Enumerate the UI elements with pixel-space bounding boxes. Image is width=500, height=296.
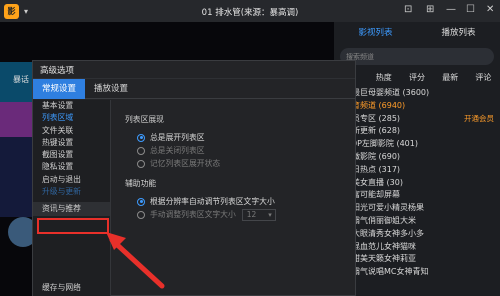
list-item-label: 育频道 (6940) <box>352 100 406 110</box>
dialog-title: 高级选项 <box>33 61 355 79</box>
list-item-label: 美女直播 (30) <box>352 177 403 187</box>
list-item[interactable]: 混血范儿女神猫咪 <box>334 241 500 254</box>
radio-option[interactable]: 手动调整列表区文字大小 12 <box>125 208 355 221</box>
playlist-panel: 影视列表 播放列表 搜索频道 A 热度 评分 最新 评论 最巨母婴频道 (360… <box>334 22 500 296</box>
list-item[interactable]: 甜美天籁女神莉亚 <box>334 253 500 266</box>
list-item[interactable]: 育频道 (6940) <box>334 100 500 113</box>
nav-item[interactable]: 基本设置 <box>33 100 110 112</box>
radio-option[interactable]: 记忆列表区展开状态 <box>125 157 355 170</box>
list-item-label: 霸气说唱MC女神青知 <box>352 267 429 277</box>
font-size-select[interactable]: 12 <box>241 208 276 221</box>
layout-icon[interactable]: ⊞ <box>426 4 434 15</box>
tab-general-settings[interactable]: 常规设置 <box>33 78 86 99</box>
nav-item[interactable]: 隐私设置 <box>33 161 110 173</box>
list-item-label: 员专区 (285) <box>352 113 401 123</box>
sort-review[interactable]: 评论 <box>467 72 500 83</box>
list-item[interactable]: 阳光可爱小精灵杨果 <box>334 202 500 215</box>
radio-icon[interactable] <box>137 159 145 168</box>
radio-icon[interactable] <box>137 210 145 219</box>
sort-hot[interactable]: 热度 <box>367 72 400 83</box>
section-title-list-display: 列表区展现 <box>125 115 164 124</box>
window-title: 01 排水管(来源：暴高调) <box>201 8 299 18</box>
nav-item[interactable]: 热键设置 <box>33 137 110 149</box>
search-input[interactable]: 搜索频道 <box>340 48 494 65</box>
radio-icon[interactable] <box>137 146 145 155</box>
list-item[interactable]: 富可能却屏幕 <box>334 189 500 202</box>
vip-link[interactable]: 开通会员 <box>464 113 494 126</box>
nav-item[interactable]: 资讯与推荐 <box>33 202 110 217</box>
title-bar: 影 ▾ 01 排水管(来源：暴高调) ⊡ ⊞ — ☐ ✕ <box>0 0 500 22</box>
list-item-label: 阳光可爱小精灵杨果 <box>352 203 424 213</box>
radio-label: 记忆列表区展开状态 <box>150 159 221 168</box>
radio-label: 根据分辨率自动调节列表区文字大小 <box>150 197 275 206</box>
radio-option[interactable]: 总是展开列表区 <box>125 131 355 144</box>
radio-option[interactable]: 总是关闭列表区 <box>125 144 355 157</box>
radio-label: 总是展开列表区 <box>150 133 205 142</box>
list-item[interactable]: 员专区 (285) 开通会员 <box>334 113 500 126</box>
maximize-icon[interactable]: ☐ <box>466 4 475 15</box>
list-item[interactable]: 新更新 (628) <box>334 125 500 138</box>
list-item-label: 日热点 (317) <box>352 164 401 174</box>
advanced-options-dialog: 高级选项 常规设置 播放设置 基本设置 列表区域 文件关联 热键设置 截图设置 隐私设置启… <box>32 60 356 296</box>
list-item[interactable]: 最巨母婴频道 (3600) <box>334 87 500 100</box>
list-item-label: 霸气俏丽御姐大米 <box>352 215 416 225</box>
radio-label: 总是关闭列表区 <box>150 146 205 155</box>
radio-icon[interactable] <box>137 133 145 142</box>
radio-icon[interactable] <box>137 197 145 206</box>
sort-new[interactable]: 最新 <box>434 72 467 83</box>
list-item-label: 最巨母婴频道 (3600) <box>352 88 430 97</box>
list-item-label: 0P左脚影院 (401) <box>352 139 418 149</box>
minimize-icon[interactable]: — <box>446 4 456 15</box>
nav-item[interactable]: 启动与退出 <box>33 174 110 186</box>
list-item[interactable]: 美女直播 (30) <box>334 177 500 190</box>
list-item[interactable]: 霸气说唱MC女神青知 <box>334 266 500 279</box>
settings-nav: 基本设置 列表区域 文件关联 热键设置 截图设置 隐私设置 启动与退出 升级与更新资讯与推荐缓… <box>33 100 111 296</box>
radio-option[interactable]: 根据分辨率自动调节列表区文字大小 <box>125 195 355 208</box>
list-item-label: 甜美天籁女神莉亚 <box>352 254 416 264</box>
radio-label: 手动调整列表区文字大小 <box>150 210 236 219</box>
list-item-label: 混血范儿女神猫咪 <box>352 241 416 251</box>
list-item-label: 富可能却屏幕 <box>352 190 400 200</box>
list-item[interactable]: 霸气俏丽御姐大米 <box>334 215 500 228</box>
list-item-label: 大眼清秀女神多小多 <box>352 228 424 238</box>
video-overlay-text: 暴话 <box>13 75 29 84</box>
app-logo-icon[interactable]: 影 <box>4 3 19 19</box>
close-icon[interactable]: ✕ <box>486 4 494 15</box>
list-item[interactable]: 0P左脚影院 (401) <box>334 138 500 151</box>
nav-item[interactable]: 升级与更新 <box>33 186 110 198</box>
list-item-label: 微影院 (690) <box>352 151 401 161</box>
tab-video-list[interactable]: 影视列表 <box>334 26 417 38</box>
list-item-label: 新更新 (628) <box>352 126 401 136</box>
list-item[interactable]: 微影院 (690) <box>334 151 500 164</box>
nav-item-cache-network[interactable]: 缓存与网络 <box>33 282 81 293</box>
nav-item[interactable]: 列表区域 <box>33 112 110 124</box>
section-title-assist: 辅助功能 <box>125 179 157 188</box>
nav-item[interactable]: 文件关联 <box>33 125 110 137</box>
nav-item[interactable]: 截图设置 <box>33 149 110 161</box>
mini-mode-icon[interactable]: ⊡ <box>404 4 412 15</box>
sort-score[interactable]: 评分 <box>400 72 433 83</box>
settings-content: 列表区展现 总是展开列表区 总是关闭列表区记忆列表区展开状态 辅助功能 根据分辨率… <box>125 114 355 221</box>
list-item[interactable]: 大眼清秀女神多小多 <box>334 228 500 241</box>
annotation-highlight-box <box>37 218 109 234</box>
playlist-items: 最巨母婴频道 (3600) 育频道 (6940) 员专区 (285) 开通会员新更新 … <box>334 87 500 279</box>
tab-play-list[interactable]: 播放列表 <box>417 26 500 38</box>
menu-dropdown-icon[interactable]: ▾ <box>24 7 28 16</box>
tab-playback-settings[interactable]: 播放设置 <box>85 79 137 99</box>
list-item[interactable]: 日热点 (317) <box>334 164 500 177</box>
